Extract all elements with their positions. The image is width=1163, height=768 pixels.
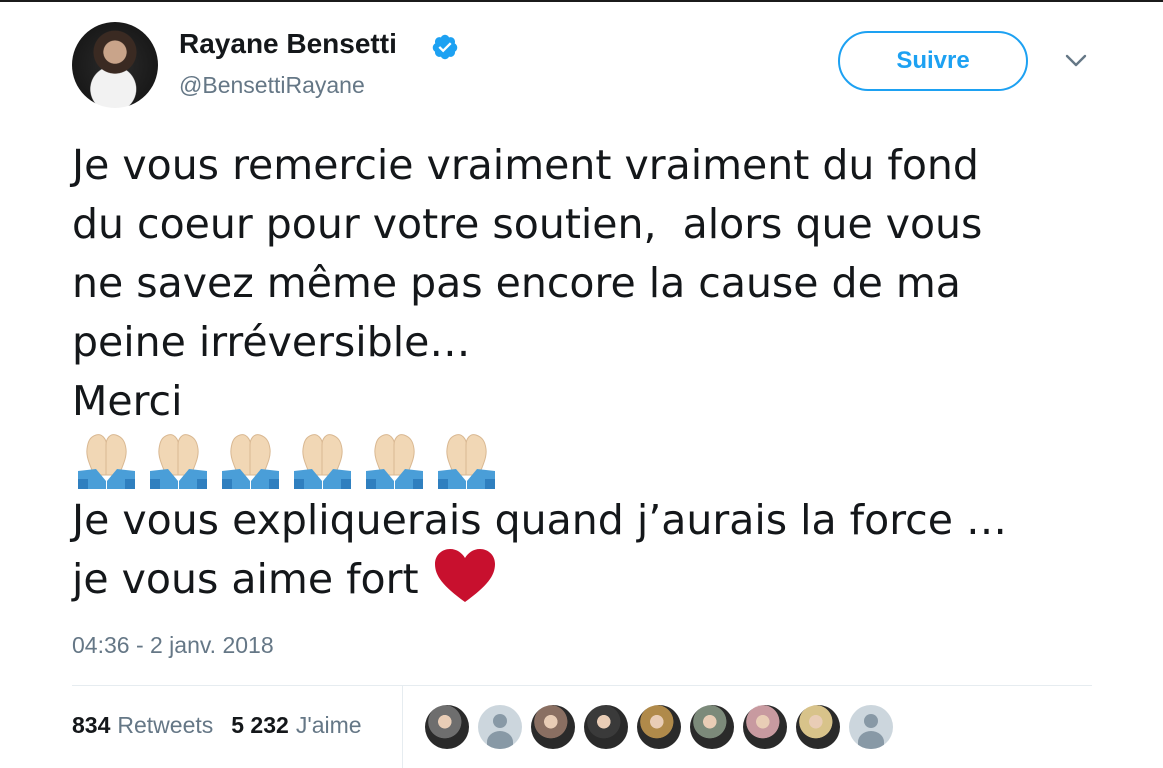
default-avatar-icon[interactable] (849, 705, 893, 749)
liker-avatar[interactable] (796, 705, 840, 749)
stats-divider (402, 686, 403, 768)
folded-hands-icon (78, 434, 135, 489)
liker-avatar[interactable] (531, 705, 575, 749)
likes-count: 5 232 (231, 712, 289, 738)
tweet-timestamp[interactable]: 04:36 - 2 janv. 2018 (72, 632, 274, 659)
folded-hands-icon (150, 434, 207, 489)
tweet-text: Je vous remercie vraiment vraiment du fo… (72, 136, 1092, 609)
author-avatar[interactable] (72, 22, 158, 108)
emoji-row (72, 431, 1092, 491)
tweet-stats: 834 Retweets 5 232 J'aime (72, 712, 380, 739)
liker-avatar[interactable] (690, 705, 734, 749)
tweet-line: Je vous expliquerais quand j’aurais la f… (72, 496, 1007, 544)
liker-avatar[interactable] (743, 705, 787, 749)
tweet-line: ne savez même pas encore la cause de ma (72, 259, 961, 307)
liker-avatar[interactable] (584, 705, 628, 749)
divider (72, 685, 1092, 686)
liker-avatar[interactable] (425, 705, 469, 749)
folded-hands-icon (294, 434, 351, 489)
folded-hands-icon (438, 434, 495, 489)
retweets-count: 834 (72, 712, 111, 738)
default-avatar-icon[interactable] (478, 705, 522, 749)
chevron-down-icon[interactable] (1064, 53, 1088, 69)
retweets-label: Retweets (117, 712, 214, 738)
red-heart-icon (434, 549, 495, 602)
tweet-line: du coeur pour votre soutien, alors que v… (72, 200, 983, 248)
verified-badge-icon (432, 34, 458, 60)
likers-avatars (425, 705, 902, 749)
top-border (0, 0, 1163, 2)
author-name[interactable]: Rayane Bensetti (179, 28, 397, 60)
tweet-line-with-heart: je vous aime fort (72, 549, 1092, 609)
author-handle[interactable]: @BensettiRayane (179, 72, 365, 99)
folded-hands-icon (366, 434, 423, 489)
tweet-line: Merci (72, 377, 183, 425)
folded-hands-icon (222, 434, 279, 489)
likes-label: J'aime (295, 712, 362, 738)
tweet-line: peine irréversible… (72, 318, 471, 366)
follow-button[interactable]: Suivre (838, 31, 1028, 91)
liker-avatar[interactable] (637, 705, 681, 749)
tweet-line: Je vous remercie vraiment vraiment du fo… (72, 141, 979, 189)
likes-stat[interactable]: 5 232 J'aime (231, 712, 361, 739)
retweets-stat[interactable]: 834 Retweets (72, 712, 213, 739)
tweet-line: je vous aime fort (72, 555, 419, 603)
